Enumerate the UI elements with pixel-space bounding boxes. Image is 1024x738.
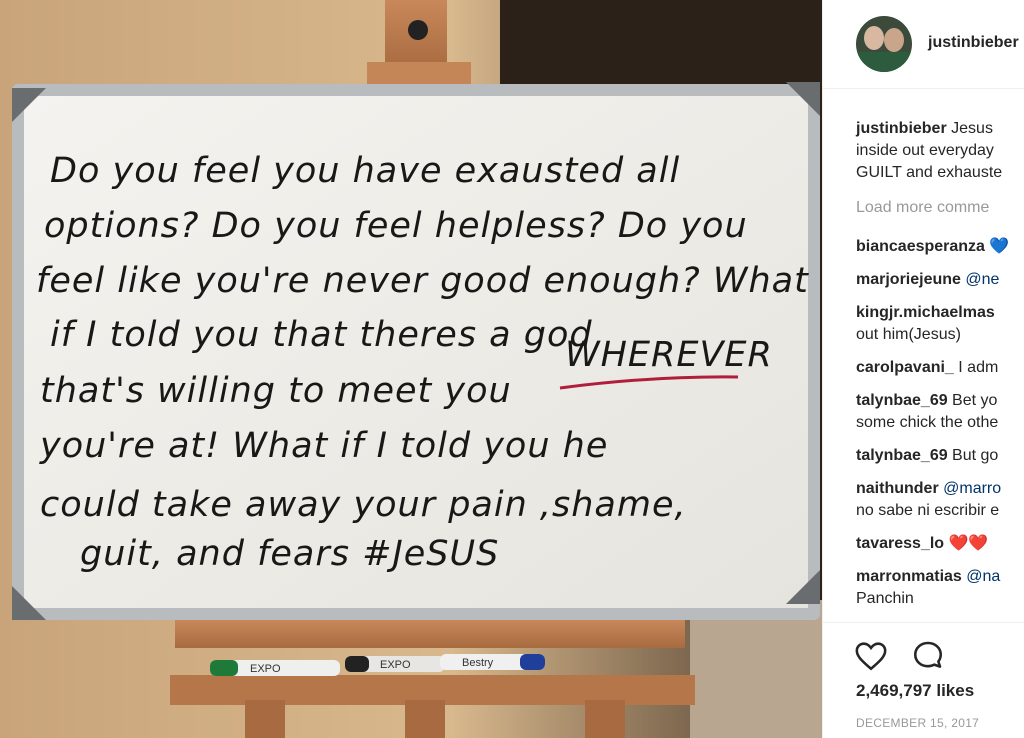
marker-black-cap — [345, 656, 369, 672]
board-line-7: could take away your pain ,shame, — [40, 485, 687, 525]
board-line-3: feel like you're never good enough? What — [36, 261, 809, 301]
comment-username[interactable]: marronmatias — [856, 568, 962, 585]
comment: talynbae_69 Bet yo some chick the othe — [856, 390, 1024, 434]
heart-icon[interactable] — [854, 639, 888, 673]
board-line-4: if I told you that theres a god — [50, 315, 593, 355]
comment-mention[interactable]: @na — [962, 568, 1000, 585]
comment: kingjr.michaelmas out him(Jesus) — [856, 302, 1024, 346]
marker-green-cap — [210, 660, 238, 676]
comment: biancaesperanza 💙 — [856, 236, 1024, 258]
board-line-8: guit, and fears #JeSUS — [80, 534, 499, 574]
comment-icon[interactable] — [911, 639, 945, 673]
easel-leg-center — [405, 700, 445, 738]
easel-leg-left — [245, 700, 285, 738]
comment-username[interactable]: talynbae_69 — [856, 392, 948, 409]
marker-label-3: Bestry — [462, 657, 494, 669]
post-photo[interactable]: EXPO EXPO Bestry Do you feel you have ex… — [0, 0, 822, 738]
easel-clamp — [367, 62, 471, 86]
post-header: justinbieber — [823, 0, 1024, 89]
comment-mention[interactable]: @marro — [939, 480, 1001, 497]
comment-username[interactable]: tavaress_lo — [856, 535, 944, 552]
easel-leg-right — [585, 700, 625, 738]
counter — [690, 600, 822, 738]
comment-text: Bet yo — [947, 392, 998, 409]
comment-text: I adm — [953, 359, 999, 376]
caption: justinbieber Jesus inside out everyday G… — [856, 118, 1002, 184]
avatar[interactable] — [856, 16, 912, 72]
likes-count[interactable]: 2,469,797 likes — [856, 681, 974, 701]
comment-emoji: 💙 — [984, 238, 1010, 255]
comment: carolpavani_ I adm — [856, 357, 1024, 379]
comment-text: But go — [947, 447, 999, 464]
comment-text: out him(Jesus) — [856, 326, 961, 343]
comment-username[interactable]: biancaesperanza — [856, 238, 985, 255]
comment: marronmatias @na Panchin — [856, 566, 1024, 610]
avatar-face-1 — [864, 26, 884, 50]
board-line-2: options? Do you feel helpless? Do you — [44, 206, 748, 246]
comment-username[interactable]: talynbae_69 — [856, 447, 948, 464]
board-line-5: that's willing to meet you — [40, 371, 512, 411]
comment: tavaress_lo ❤️❤️ — [856, 533, 1024, 555]
avatar-shirt — [856, 52, 912, 72]
post-date[interactable]: DECEMBER 15, 2017 — [856, 716, 979, 730]
comment: talynbae_69 But go — [856, 445, 1024, 467]
caption-text-3: GUILT and exhauste — [856, 164, 1003, 181]
comment-username[interactable]: marjoriejeune — [856, 271, 961, 288]
post-side-panel: justinbieber justinbieber Jesus inside o… — [822, 0, 1024, 738]
board-emphasis-word: WHEREVER — [565, 335, 773, 375]
comment-text-cont: no sabe ni escribir e — [856, 502, 1000, 519]
board-line-6: you're at! What if I told you he — [39, 426, 608, 466]
avatar-face-2 — [884, 28, 904, 52]
caption-username[interactable]: justinbieber — [856, 120, 947, 137]
comment-text: ❤️❤️ — [944, 535, 989, 552]
easel-knob — [408, 20, 428, 40]
load-more-comments-link[interactable]: Load more comme — [856, 199, 989, 217]
comment: naithunder @marro no sabe ni escribir e — [856, 478, 1024, 522]
comment-text-cont: Panchin — [856, 590, 914, 607]
comment-text-cont: some chick the othe — [856, 414, 999, 431]
caption-text-2: inside out everyday — [856, 142, 994, 159]
comment-username[interactable]: kingjr.michaelmas — [856, 304, 995, 321]
comment: marjoriejeune @ne — [856, 269, 1024, 291]
easel-tray-back — [175, 620, 685, 648]
marker-label-2: EXPO — [380, 659, 411, 671]
marker-label-1: EXPO — [250, 663, 281, 675]
post-actions: 2,469,797 likes DECEMBER 15, 2017 — [823, 622, 1024, 738]
comment-mention[interactable]: @ne — [961, 271, 999, 288]
comment-username[interactable]: naithunder — [856, 480, 939, 497]
comment-username[interactable]: carolpavani_ — [856, 359, 954, 376]
header-username[interactable]: justinbieber — [928, 34, 1019, 52]
caption-text-1: Jesus — [951, 120, 993, 137]
board-line-1: Do you feel you have exausted all — [50, 151, 680, 191]
marker-blue-cap — [520, 654, 545, 670]
comments-list: biancaesperanza 💙 marjoriejeune @ne king… — [856, 236, 1024, 621]
